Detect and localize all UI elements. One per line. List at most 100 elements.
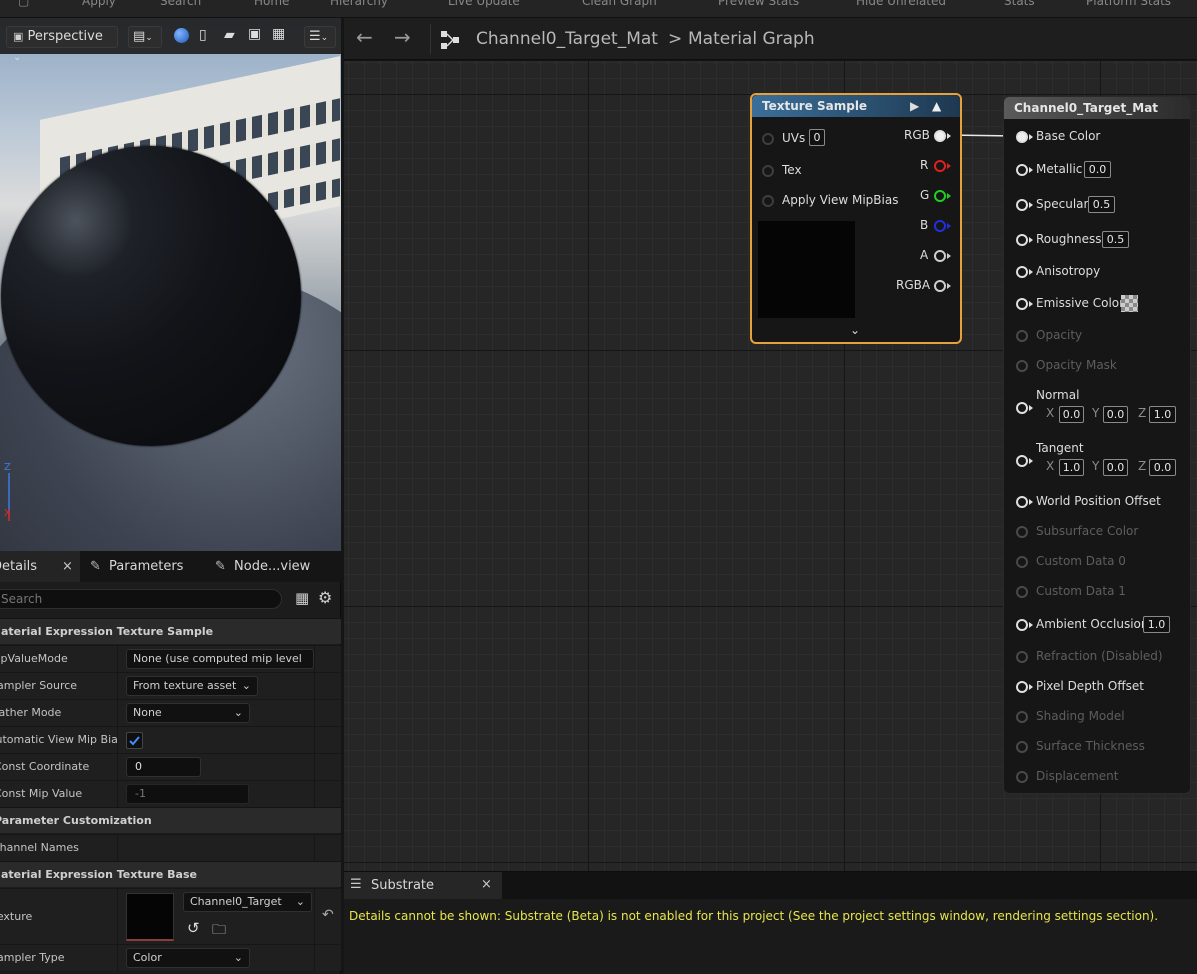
gear-icon[interactable]: ⚙ bbox=[318, 588, 332, 607]
tab-details[interactable]: Details × bbox=[0, 551, 80, 582]
b-output-pin[interactable] bbox=[934, 220, 946, 232]
texture-sample-node-title[interactable]: Texture Sample ▶ ▲ bbox=[752, 95, 960, 117]
view-options-dropdown[interactable]: ▤⌄ bbox=[128, 26, 162, 48]
details-search-input[interactable] bbox=[0, 589, 282, 609]
preview-play-icon[interactable]: ▶ bbox=[910, 95, 919, 117]
const-coordinate-input[interactable]: 0 bbox=[126, 757, 201, 777]
specular-value[interactable]: 0.5 bbox=[1088, 196, 1115, 213]
live-update-button[interactable]: Live Update bbox=[448, 0, 520, 8]
ambient-occlusion-value[interactable]: 1.0 bbox=[1143, 616, 1170, 633]
back-arrow-icon[interactable]: ← bbox=[356, 25, 373, 49]
emissive-color-swatch[interactable] bbox=[1121, 295, 1138, 312]
perspective-dropdown[interactable]: ▣ Perspective ⌄ bbox=[6, 26, 118, 63]
close-icon[interactable]: × bbox=[62, 551, 73, 582]
material-result-node-title[interactable]: Channel0_Target_Mat bbox=[1004, 97, 1190, 119]
normal-z-value[interactable]: 1.0 bbox=[1149, 406, 1176, 423]
cylinder-preview-icon[interactable]: ▯ bbox=[199, 27, 207, 43]
g-output-pin[interactable] bbox=[934, 190, 946, 202]
opacity-mask-pin[interactable] bbox=[1016, 360, 1028, 372]
subsurface-color-pin[interactable] bbox=[1016, 526, 1028, 538]
emissive-color-pin[interactable] bbox=[1016, 298, 1028, 310]
close-icon[interactable]: × bbox=[481, 877, 492, 892]
a-output-pin[interactable] bbox=[934, 250, 946, 262]
refraction-pin[interactable] bbox=[1016, 651, 1028, 663]
normal-pin[interactable] bbox=[1016, 402, 1028, 414]
rgba-output-pin[interactable] bbox=[934, 280, 946, 292]
material-graph-canvas[interactable]: Texture Sample ▶ ▲ UVs 0 Tex Apply View … bbox=[344, 61, 1197, 871]
rgb-output-pin[interactable] bbox=[934, 130, 946, 142]
stats-button[interactable]: Stats bbox=[1004, 0, 1035, 8]
browse-folder-icon[interactable]: 🗀 bbox=[212, 919, 226, 943]
platform-stats-button[interactable]: Platform Stats bbox=[1086, 0, 1171, 8]
search-button[interactable]: Search bbox=[160, 0, 201, 8]
uvs-value[interactable]: 0 bbox=[809, 129, 825, 146]
viewport-menu-dropdown[interactable]: ☰⌄ bbox=[304, 26, 336, 48]
base-color-pin[interactable] bbox=[1016, 131, 1028, 143]
tab-node-preview[interactable]: ✎ Node...view bbox=[215, 551, 335, 582]
tab-substrate[interactable]: ☰ Substrate × bbox=[344, 872, 502, 899]
pixel-depth-offset-pin[interactable] bbox=[1016, 681, 1028, 693]
metallic-pin[interactable] bbox=[1016, 164, 1028, 176]
category-parameter-customization[interactable]: Parameter Customization bbox=[0, 807, 341, 833]
home-button[interactable]: Home bbox=[254, 0, 289, 8]
category-texture-base[interactable]: Material Expression Texture Base bbox=[0, 861, 341, 887]
sphere-preview-icon[interactable] bbox=[174, 28, 189, 43]
gather-mode-combo[interactable]: None ⌄ bbox=[126, 703, 250, 723]
apply-view-mipbias-input-pin[interactable] bbox=[762, 195, 774, 207]
normal-y-value[interactable]: 0.0 bbox=[1103, 406, 1128, 423]
ambient-occlusion-pin[interactable] bbox=[1016, 619, 1028, 631]
material-result-node[interactable]: Channel0_Target_Mat Base Color Metallic … bbox=[1003, 96, 1191, 794]
normal-x-value[interactable]: 0.0 bbox=[1059, 406, 1084, 423]
texture-thumbnail[interactable] bbox=[126, 893, 174, 941]
forward-arrow-icon[interactable]: → bbox=[394, 25, 411, 49]
property-channel-names[interactable]: Channel Names bbox=[0, 834, 341, 861]
tab-parameters[interactable]: ✎ Parameters bbox=[90, 551, 208, 582]
uvs-input-pin[interactable] bbox=[762, 133, 774, 145]
tangent-pin[interactable] bbox=[1016, 455, 1028, 467]
reset-to-default-icon[interactable]: ↶ bbox=[322, 907, 334, 923]
table-view-icon[interactable]: ▦ bbox=[295, 589, 309, 607]
breadcrumb-root[interactable]: Channel0_Target_Mat bbox=[476, 29, 658, 49]
sampler-source-combo[interactable]: From texture asset ⌄ bbox=[126, 676, 258, 696]
roughness-pin[interactable] bbox=[1016, 234, 1028, 246]
roughness-value[interactable]: 0.5 bbox=[1102, 231, 1129, 248]
expand-chevron-icon[interactable]: ⌄ bbox=[850, 323, 860, 337]
world-position-offset-pin[interactable] bbox=[1016, 496, 1028, 508]
const-mip-value-input[interactable]: -1 bbox=[126, 784, 249, 804]
preview-viewport[interactable]: Z X ▣ Perspective ⌄ ▤⌄ ▯ ▰ ▣ ▦ ☰⌄ bbox=[0, 18, 341, 551]
use-selected-asset-icon[interactable]: ↺ bbox=[187, 919, 200, 937]
metallic-value[interactable]: 0.0 bbox=[1084, 161, 1111, 178]
tangent-z-value[interactable]: 0.0 bbox=[1149, 459, 1176, 476]
surface-thickness-pin[interactable] bbox=[1016, 741, 1028, 753]
clean-graph-button[interactable]: Clean Graph bbox=[582, 0, 657, 8]
custom-data-0-pin[interactable] bbox=[1016, 556, 1028, 568]
texture-sample-node[interactable]: Texture Sample ▶ ▲ UVs 0 Tex Apply View … bbox=[750, 93, 962, 344]
sampler-type-combo[interactable]: Color ⌄ bbox=[126, 948, 250, 968]
apply-button[interactable]: Apply bbox=[82, 0, 116, 8]
specular-pin[interactable] bbox=[1016, 199, 1028, 211]
tex-input-pin[interactable] bbox=[762, 165, 774, 177]
plane-preview-icon[interactable]: ▰ bbox=[224, 27, 235, 43]
custom-mesh-preview-icon[interactable]: ▦ bbox=[272, 26, 285, 42]
auto-view-mip-bias-checkbox[interactable] bbox=[126, 732, 143, 749]
custom-data-1-pin[interactable] bbox=[1016, 586, 1028, 598]
tangent-x-value[interactable]: 1.0 bbox=[1059, 459, 1084, 476]
hide-unrelated-button[interactable]: Hide Unrelated bbox=[856, 0, 946, 8]
category-texture-sample[interactable]: Material Expression Texture Sample bbox=[0, 618, 341, 644]
displacement-pin[interactable] bbox=[1016, 771, 1028, 783]
toolbar-browse-icon[interactable]: ▢ bbox=[18, 0, 29, 8]
r-output-pin[interactable] bbox=[934, 160, 946, 172]
tangent-y-value[interactable]: 0.0 bbox=[1103, 459, 1128, 476]
tab-node-preview-label: Node...view bbox=[234, 559, 311, 574]
preview-stats-button[interactable]: Preview Stats bbox=[718, 0, 799, 8]
category-label: Material Expression Texture Sample bbox=[0, 625, 214, 638]
breadcrumb-current[interactable]: Material Graph bbox=[688, 29, 815, 49]
opacity-pin[interactable] bbox=[1016, 330, 1028, 342]
anisotropy-pin[interactable] bbox=[1016, 266, 1028, 278]
shading-model-pin[interactable] bbox=[1016, 711, 1028, 723]
mip-value-mode-combo[interactable]: None (use computed mip level bbox=[126, 649, 314, 669]
texture-asset-combo[interactable]: Channel0_Target ⌄ bbox=[183, 892, 312, 912]
cube-preview-icon[interactable]: ▣ bbox=[248, 26, 261, 42]
collapse-icon[interactable]: ▲ bbox=[932, 95, 941, 117]
hierarchy-button[interactable]: Hierarchy bbox=[330, 0, 388, 8]
